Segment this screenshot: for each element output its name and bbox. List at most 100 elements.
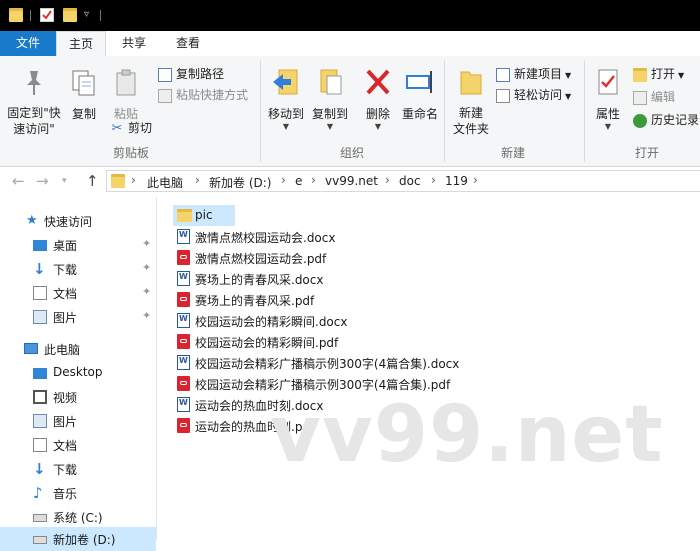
sidebar-item-quick-access[interactable]: ★ 快速访问 <box>0 209 156 233</box>
new-folder-label: 新建 文件夹 <box>452 106 489 136</box>
sidebar-item-label: 文档 <box>53 439 78 453</box>
sidebar-item-pictures[interactable]: 图片 ✦ <box>0 305 156 329</box>
document-icon <box>33 286 47 300</box>
word-document-icon <box>177 397 190 412</box>
easy-access-icon <box>496 88 510 103</box>
pin-icon[interactable]: ✦ <box>142 309 151 322</box>
copy-to-button[interactable]: 复制到 ▼ <box>308 66 352 131</box>
breadcrumb-doc[interactable]: doc <box>399 174 421 188</box>
file-row[interactable]: 激情点燃校园运动会.pdf <box>173 247 473 268</box>
sidebar-item-this-pc[interactable]: 此电脑 <box>0 337 156 361</box>
sidebar-item-label: 图片 <box>53 311 78 325</box>
drive-icon <box>33 536 47 544</box>
properties-button[interactable]: 属性 ▼ <box>588 66 628 131</box>
breadcrumb-this-pc[interactable]: 此电脑 <box>147 174 183 191</box>
tab-share[interactable]: 共享 <box>108 31 160 56</box>
rename-button[interactable]: 重命名 <box>398 66 442 122</box>
watermark: vv99.net <box>270 390 664 480</box>
file-name: 校园运动会的精彩瞬间.pdf <box>195 336 339 350</box>
pin-to-quick-access-button[interactable]: 固定到"快 速访问" <box>4 68 64 137</box>
sidebar-item-label: 快速访问 <box>44 215 93 229</box>
word-document-icon <box>177 313 190 328</box>
file-name: 赛场上的青春风采.docx <box>195 273 324 287</box>
breadcrumb-separator: › <box>281 173 286 187</box>
tab-home[interactable]: 主页 <box>56 31 106 57</box>
new-item-button[interactable]: 新建项目 ▼ <box>496 64 571 84</box>
sidebar-item-downloads[interactable]: ↓ 下载 ✦ <box>0 257 156 281</box>
pin-icon[interactable]: ✦ <box>142 237 151 250</box>
breadcrumb-vv99[interactable]: vv99.net <box>325 174 378 188</box>
history-button[interactable]: 历史记录 <box>633 110 699 130</box>
navigation-bar: ← → ▾ ↑ › 此电脑 › 新加卷 (D:) › e › vv99.net … <box>0 167 700 197</box>
folder-icon <box>177 209 192 222</box>
rename-icon <box>406 71 432 93</box>
pin-icon <box>27 71 41 95</box>
file-row[interactable]: 校园运动会的精彩瞬间.docx <box>173 310 473 331</box>
delete-button[interactable]: 删除 ▼ <box>360 66 396 131</box>
sidebar-item-pictures-pc[interactable]: 图片 <box>0 409 156 433</box>
file-row[interactable]: 激情点燃校园运动会.docx <box>173 226 473 247</box>
sidebar-item-desktop-pc[interactable]: Desktop <box>0 361 156 385</box>
sidebar-item-videos[interactable]: 视频 <box>0 385 156 409</box>
edit-label: 编辑 <box>651 90 676 104</box>
easy-access-button[interactable]: 轻松访问 ▼ <box>496 85 571 105</box>
recent-chevron-icon[interactable]: ▾ <box>62 176 67 186</box>
sidebar-item-downloads-pc[interactable]: ↓ 下载 <box>0 457 156 481</box>
file-row[interactable]: 赛场上的青春风采.pdf <box>173 289 473 310</box>
sidebar-item-music[interactable]: ♪ 音乐 <box>0 481 156 505</box>
pin-icon[interactable]: ✦ <box>142 261 151 274</box>
copy-to-label: 复制到 <box>311 107 348 121</box>
pin-icon[interactable]: ✦ <box>142 285 151 298</box>
breadcrumb-drive-d[interactable]: 新加卷 (D:) <box>209 174 271 191</box>
breadcrumb-119[interactable]: 119 <box>445 174 468 188</box>
new-item-label: 新建项目 <box>514 67 563 81</box>
chevron-down-icon: ▼ <box>678 71 685 80</box>
chevron-down-icon: ▼ <box>326 122 334 131</box>
breadcrumb-e[interactable]: e <box>295 174 302 188</box>
sidebar-item-documents-pc[interactable]: 文档 <box>0 433 156 457</box>
file-name: 赛场上的青春风采.pdf <box>195 294 315 308</box>
new-folder-icon <box>460 71 482 95</box>
desktop-icon <box>33 368 47 379</box>
open-button[interactable]: 打开 ▼ <box>633 64 684 84</box>
sidebar-item-label: 图片 <box>53 415 78 429</box>
tab-view[interactable]: 查看 <box>162 31 214 56</box>
sidebar-item-documents[interactable]: 文档 ✦ <box>0 281 156 305</box>
file-row[interactable]: 赛场上的青春风采.docx <box>173 268 473 289</box>
sidebar-item-label: 下载 <box>53 463 78 477</box>
file-row[interactable]: 校园运动会的精彩瞬间.pdf <box>173 331 473 352</box>
new-folder-button[interactable]: 新建 文件夹 <box>448 66 494 137</box>
chevron-down-icon[interactable]: ▿ <box>84 8 98 22</box>
music-icon: ♪ <box>33 484 43 502</box>
tab-file[interactable]: 文件 <box>0 31 56 56</box>
edit-button[interactable]: 编辑 <box>633 87 675 107</box>
file-row[interactable]: 校园运动会精彩广播稿示例300字(4篇合集).docx <box>173 352 473 373</box>
open-label: 打开 <box>651 67 676 81</box>
ribbon-tabs: 文件 主页 共享 查看 <box>0 31 700 57</box>
word-document-icon <box>177 271 190 286</box>
back-arrow-icon[interactable]: ← <box>12 172 25 190</box>
forward-arrow-icon[interactable]: → <box>36 172 49 190</box>
sidebar-item-desktop[interactable]: 桌面 ✦ <box>0 233 156 257</box>
scissors-icon: ✂ <box>111 120 123 136</box>
pdf-file-icon <box>177 292 190 307</box>
ribbon: 固定到"快 速访问" 复制 粘贴 复制路径 粘贴快捷方式 ✂ 剪切 剪贴板 移动到… <box>0 56 700 167</box>
address-bar[interactable]: › 此电脑 › 新加卷 (D:) › e › vv99.net › doc › … <box>106 170 700 192</box>
sidebar-item-drive-c[interactable]: 系统 (C:) <box>0 505 156 529</box>
paste-button[interactable]: 粘贴 <box>108 68 144 122</box>
copy-button[interactable]: 复制 <box>66 68 102 122</box>
folder-row[interactable]: pic <box>173 205 235 226</box>
document-icon <box>33 438 47 452</box>
pdf-file-icon <box>177 334 190 349</box>
pdf-file-icon <box>177 418 190 433</box>
edit-icon <box>633 90 647 105</box>
properties-icon[interactable] <box>40 8 54 22</box>
cut-button[interactable]: ✂ 剪切 <box>110 118 152 138</box>
sidebar-item-drive-d[interactable]: 新加卷 (D:) <box>0 527 156 551</box>
up-arrow-icon[interactable]: ↑ <box>86 172 99 190</box>
divider <box>584 60 585 162</box>
copy-path-button[interactable]: 复制路径 <box>158 64 224 84</box>
paste-shortcut-button[interactable]: 粘贴快捷方式 <box>158 85 248 105</box>
new-folder-icon[interactable] <box>63 8 77 22</box>
move-to-button[interactable]: 移动到 ▼ <box>264 66 308 131</box>
